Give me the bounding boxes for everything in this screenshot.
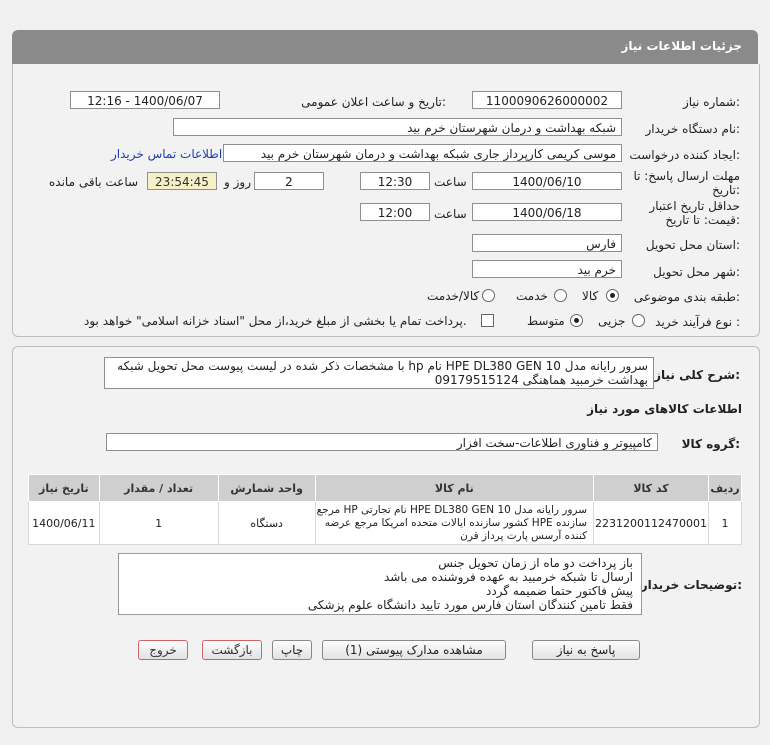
process-radio-medium[interactable] bbox=[570, 314, 583, 327]
buyer-note-line: باز پرداخت دو ماه از زمان تحویل جنس bbox=[438, 556, 633, 570]
goods-table: ردیف کد کالا نام کالا واحد شمارش تعداد /… bbox=[28, 474, 742, 545]
buyer-notes-box: باز پرداخت دو ماه از زمان تحویل جنس ارسا… bbox=[118, 553, 642, 615]
cell-row: 1 bbox=[708, 501, 742, 545]
creator-field: موسی کریمی کارپرداز جاری شبکه بهداشت و د… bbox=[223, 144, 622, 162]
cell-date: 1400/06/11 bbox=[28, 501, 100, 545]
category-option-goods-service: کالا/خدمت bbox=[427, 289, 480, 303]
category-option-goods: کالا bbox=[582, 289, 599, 303]
announce-field: 1400/06/07 - 12:16 bbox=[70, 91, 220, 109]
cell-name-line: سرور رایانه مدل HPE DL380 GEN 10 نام تجا… bbox=[316, 503, 588, 516]
category-radio-service[interactable] bbox=[554, 289, 567, 302]
goods-table-header: ردیف کد کالا نام کالا واحد شمارش تعداد /… bbox=[28, 474, 742, 502]
col-unit: واحد شمارش bbox=[217, 474, 316, 502]
buyer-note-line: پیش فاکتور حتما ضمیمه گردد bbox=[485, 584, 633, 598]
category-radio-goods[interactable] bbox=[606, 289, 619, 302]
buyer-note-line: ارسال تا شبکه خرمبید به عهده فروشنده می … bbox=[383, 570, 633, 584]
city-field: خرم بید bbox=[472, 260, 622, 278]
cell-name-line: سازنده HPE کشور سازنده ایالات متحده امری… bbox=[324, 516, 588, 529]
description-line-1: سرور رایانه مدل HPE DL380 GEN 10 نام hp … bbox=[117, 359, 648, 373]
goods-section-title: اطلاعات کالاهای مورد نیاز bbox=[587, 402, 742, 416]
reply-deadline-label-2: تاریخ: bbox=[712, 183, 740, 197]
remaining-word: ساعت باقی مانده bbox=[49, 175, 139, 189]
back-button[interactable]: بازگشت bbox=[202, 640, 262, 660]
col-code: کد کالا bbox=[593, 474, 709, 502]
contact-buyer-link[interactable]: اطلاعات تماس خریدار bbox=[111, 147, 222, 161]
cell-name: سرور رایانه مدل HPE DL380 GEN 10 نام تجا… bbox=[314, 501, 595, 545]
exit-button[interactable]: خروج bbox=[138, 640, 188, 660]
days-word: روز و bbox=[224, 175, 251, 189]
validity-time-word: ساعت bbox=[434, 207, 467, 221]
page-title-bar: جزئیات اطلاعات نیاز bbox=[12, 30, 758, 64]
table-row: 1 2231200112470001 سرور رایانه مدل HPE D… bbox=[28, 501, 742, 545]
creator-label: ایجاد کننده درخواست: bbox=[629, 148, 740, 162]
buyer-field: شبکه بهداشت و درمان شهرستان خرم بید bbox=[173, 118, 622, 136]
need-number-field: 1100090626000002 bbox=[472, 91, 622, 109]
validity-time-field: 12:00 bbox=[360, 203, 430, 221]
reply-button[interactable]: پاسخ به نیاز bbox=[532, 640, 640, 660]
goods-group-label: گروه کالا: bbox=[681, 437, 740, 451]
reply-date-field: 1400/06/10 bbox=[472, 172, 622, 190]
need-number-label: شماره نیاز: bbox=[682, 95, 740, 109]
reply-time-field: 12:30 bbox=[360, 172, 430, 190]
province-label: استان محل تحویل: bbox=[645, 238, 740, 252]
category-radio-goods-service[interactable] bbox=[482, 289, 495, 302]
buyer-label: نام دستگاه خریدار: bbox=[645, 122, 741, 136]
col-row: ردیف bbox=[708, 474, 742, 502]
validity-label-2: قیمت: تا تاریخ: bbox=[665, 213, 740, 227]
reply-time-word: ساعت bbox=[434, 175, 467, 189]
treasury-payment-text: پرداخت تمام یا بخشی از مبلغ خرید،از محل … bbox=[84, 314, 467, 328]
city-label: شهر محل تحویل: bbox=[653, 265, 740, 279]
buyer-note-line: فقط تامین کنندگان استان فارس مورد تایید … bbox=[307, 598, 633, 612]
category-label: طبقه بندی موضوعی: bbox=[633, 290, 740, 304]
announce-label: تاریخ و ساعت اعلان عمومی: bbox=[301, 95, 446, 109]
days-field: 2 bbox=[254, 172, 324, 190]
cell-code: 2231200112470001 bbox=[593, 501, 709, 545]
category-option-service: خدمت bbox=[516, 289, 548, 303]
treasury-payment-checkbox[interactable] bbox=[481, 314, 494, 327]
cell-unit: دستگاه bbox=[217, 501, 316, 545]
process-option-medium: متوسط bbox=[527, 314, 565, 328]
province-field: فارس bbox=[472, 234, 622, 252]
col-qty: تعداد / مقدار bbox=[98, 474, 219, 502]
col-date: تاریخ نیاز bbox=[28, 474, 100, 502]
reply-deadline-label: مهلت ارسال پاسخ: تا bbox=[633, 169, 740, 183]
view-attachments-button[interactable]: مشاهده مدارک پیوستی (1) bbox=[322, 640, 506, 660]
goods-group-field: کامپیوتر و فناوری اطلاعات-سخت افزار bbox=[106, 433, 658, 451]
validity-label: حداقل تاریخ اعتبار bbox=[649, 199, 740, 213]
process-label: نوع فرآیند خرید : bbox=[655, 315, 740, 329]
description-label: شرح کلی نیاز: bbox=[654, 368, 740, 382]
remaining-time-field: 23:54:45 bbox=[147, 172, 217, 190]
print-button[interactable]: چاپ bbox=[272, 640, 312, 660]
cell-name-line: کننده آرسس پارت پرداز قرن bbox=[460, 529, 588, 542]
validity-date-field: 1400/06/18 bbox=[472, 203, 622, 221]
page-title: جزئیات اطلاعات نیاز bbox=[621, 39, 742, 53]
process-radio-minor[interactable] bbox=[632, 314, 645, 327]
description-field: سرور رایانه مدل HPE DL380 GEN 10 نام hp … bbox=[104, 357, 654, 389]
col-name: نام کالا bbox=[314, 474, 595, 502]
process-option-minor: جزیی bbox=[598, 314, 626, 328]
description-line-2: بهداشت خرمبید هماهنگی 09179515124 bbox=[434, 373, 648, 387]
cell-qty: 1 bbox=[98, 501, 219, 545]
buyer-notes-label: توضیحات خریدار: bbox=[640, 578, 742, 592]
